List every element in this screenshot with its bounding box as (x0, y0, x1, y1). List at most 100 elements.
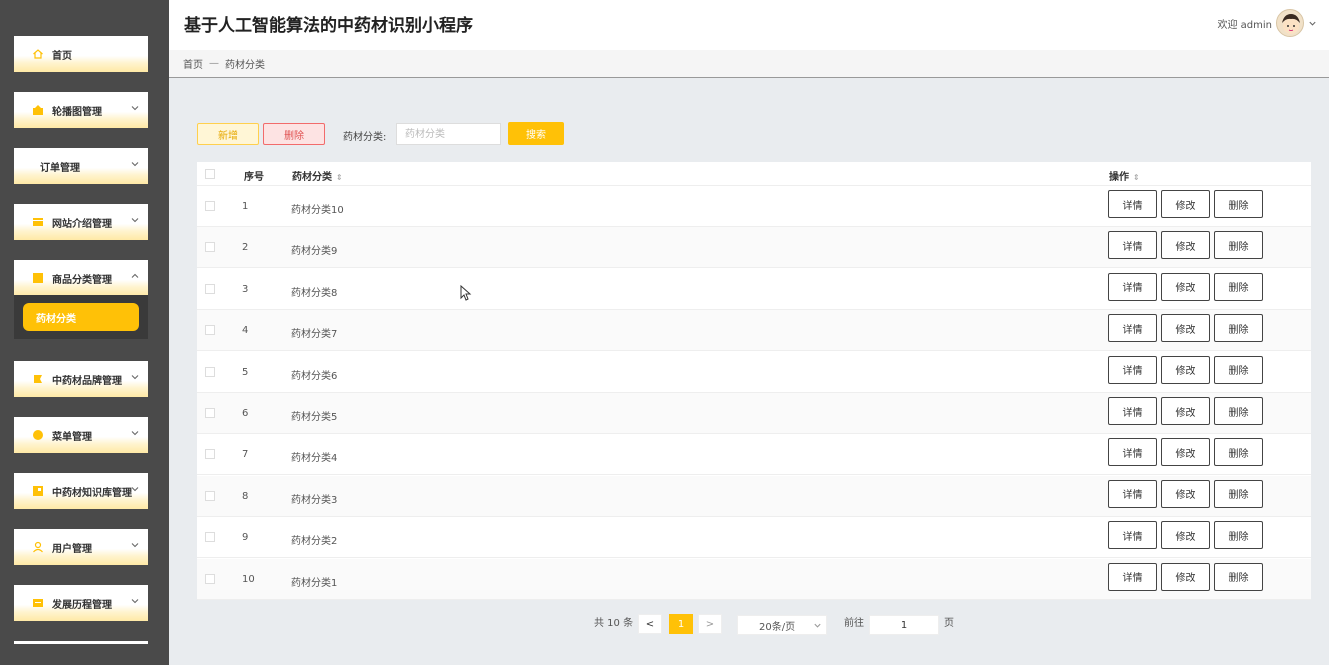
delete-button[interactable]: 删除 (1214, 479, 1263, 508)
column-header-name[interactable]: 药材分类 ⇕ (292, 168, 343, 183)
row-index: 3 (242, 283, 249, 295)
sidebar-item-label: 中药材品牌管理 (52, 375, 122, 387)
search-label: 药材分类: (343, 132, 387, 143)
edit-button[interactable]: 修改 (1161, 562, 1210, 591)
delete-button[interactable]: 删除 (1214, 272, 1263, 301)
sidebar-item-8[interactable]: 中药材知识库管理 (14, 473, 148, 509)
avatar[interactable] (1276, 9, 1304, 37)
sort-icon[interactable]: ⇕ (336, 173, 343, 182)
search-input[interactable] (396, 123, 501, 145)
detail-button[interactable]: 详情 (1108, 562, 1157, 591)
submenu-panel: 药材分类 (14, 295, 148, 339)
sidebar-item-label: 商品分类管理 (52, 274, 112, 286)
detail-button[interactable]: 详情 (1108, 521, 1157, 550)
delete-button[interactable]: 删除 (1214, 355, 1263, 384)
sort-icon[interactable]: ⇕ (1133, 173, 1140, 182)
chevron-down-icon (130, 428, 140, 438)
sidebar-item-partial (14, 641, 148, 644)
batch-delete-button[interactable]: 删除 (263, 123, 325, 145)
sidebar-item-9[interactable]: 用户管理 (14, 529, 148, 565)
chevron-down-icon (130, 484, 140, 494)
delete-button[interactable]: 删除 (1214, 521, 1263, 550)
edit-button[interactable]: 修改 (1161, 272, 1210, 301)
page-unit-label: 页 (944, 618, 954, 629)
detail-button[interactable]: 详情 (1108, 231, 1157, 260)
detail-button[interactable]: 详情 (1108, 438, 1157, 467)
row-checkbox[interactable] (205, 366, 215, 377)
data-table: 序号 药材分类 ⇕ 操作 ⇕ 1 药材分类10 详情 修改 删除 2 药材分类9 详情 修改 删除 3 药… (197, 162, 1311, 600)
row-name: 药材分类4 (291, 453, 338, 465)
sidebar-item-4[interactable]: 网站介绍管理 (14, 204, 148, 240)
goto-page-input[interactable] (869, 615, 939, 635)
breadcrumb-current: 药材分类 (225, 60, 265, 71)
sidebar-item-7[interactable]: 菜单管理 (14, 417, 148, 453)
detail-button[interactable]: 详情 (1108, 190, 1157, 218)
row-checkbox[interactable] (205, 283, 215, 294)
row-checkbox[interactable] (205, 325, 215, 336)
delete-button[interactable]: 删除 (1214, 231, 1263, 260)
brand-icon (32, 373, 44, 385)
edit-button[interactable]: 修改 (1161, 479, 1210, 508)
row-checkbox[interactable] (205, 408, 215, 418)
detail-button[interactable]: 详情 (1108, 397, 1157, 425)
prev-page-button[interactable]: < (638, 614, 662, 634)
sidebar-item-5[interactable]: 商品分类管理 (14, 260, 148, 296)
page-button-current[interactable]: 1 (669, 614, 693, 634)
delete-button[interactable]: 删除 (1214, 397, 1263, 425)
edit-button[interactable]: 修改 (1161, 190, 1210, 218)
carousel-icon (32, 104, 44, 116)
sidebar-item-label: 菜单管理 (52, 431, 92, 443)
select-all-checkbox[interactable] (205, 169, 215, 179)
page-size-select[interactable]: 20条/页 (737, 615, 827, 635)
detail-button[interactable]: 详情 (1108, 479, 1157, 508)
row-checkbox[interactable] (205, 449, 215, 460)
column-header-actions[interactable]: 操作 ⇕ (1109, 168, 1140, 183)
row-checkbox[interactable] (205, 201, 215, 211)
menu-icon (32, 429, 44, 441)
submenu-item-active[interactable]: 药材分类 (23, 303, 139, 331)
sidebar-item-label: 网站介绍管理 (52, 218, 112, 230)
edit-button[interactable]: 修改 (1161, 397, 1210, 425)
row-checkbox[interactable] (205, 490, 215, 501)
sidebar-item-6[interactable]: 中药材品牌管理 (14, 361, 148, 397)
row-checkbox[interactable] (205, 573, 215, 584)
chevron-up-icon (130, 271, 140, 281)
delete-button[interactable]: 删除 (1214, 562, 1263, 591)
breadcrumb-home[interactable]: 首页 (183, 56, 203, 71)
chevron-down-icon[interactable] (1308, 19, 1317, 28)
table-row: 4 药材分类7 详情 修改 删除 (197, 310, 1311, 352)
edit-button[interactable]: 修改 (1161, 521, 1210, 550)
row-checkbox[interactable] (205, 532, 215, 543)
row-index: 6 (242, 408, 249, 419)
search-button[interactable]: 搜索 (508, 122, 564, 145)
page-title: 基于人工智能算法的中药材识别小程序 (184, 16, 473, 36)
table-header: 序号 药材分类 ⇕ 操作 ⇕ (197, 162, 1311, 186)
delete-button[interactable]: 删除 (1214, 314, 1263, 343)
table-row: 5 药材分类6 详情 修改 删除 (197, 352, 1311, 393)
sidebar-item-label: 用户管理 (52, 543, 92, 555)
edit-button[interactable]: 修改 (1161, 355, 1210, 384)
chevron-down-icon (130, 596, 140, 606)
sidebar-item-1[interactable]: 首页 (14, 36, 148, 72)
edit-button[interactable]: 修改 (1161, 231, 1210, 260)
user-menu[interactable]: 欢迎 admin (1217, 9, 1317, 37)
row-index: 4 (242, 325, 249, 337)
table-row: 6 药材分类5 详情 修改 删除 (197, 393, 1311, 434)
sidebar-item-3[interactable]: 订单管理 (14, 148, 148, 184)
row-checkbox[interactable] (205, 242, 215, 253)
add-button[interactable]: 新增 (197, 123, 259, 145)
chevron-down-icon (130, 540, 140, 550)
row-index: 2 (242, 242, 249, 254)
sidebar-item-10[interactable]: 发展历程管理 (14, 585, 148, 621)
detail-button[interactable]: 详情 (1108, 355, 1157, 384)
delete-button[interactable]: 删除 (1214, 438, 1263, 467)
header: 基于人工智能算法的中药材识别小程序 欢迎 admin (169, 0, 1329, 50)
sidebar-item-2[interactable]: 轮播图管理 (14, 92, 148, 128)
next-page-button[interactable]: > (698, 614, 722, 634)
detail-button[interactable]: 详情 (1108, 272, 1157, 301)
detail-button[interactable]: 详情 (1108, 314, 1157, 343)
edit-button[interactable]: 修改 (1161, 438, 1210, 467)
delete-button[interactable]: 删除 (1214, 190, 1263, 218)
row-index: 9 (242, 532, 249, 544)
edit-button[interactable]: 修改 (1161, 314, 1210, 343)
